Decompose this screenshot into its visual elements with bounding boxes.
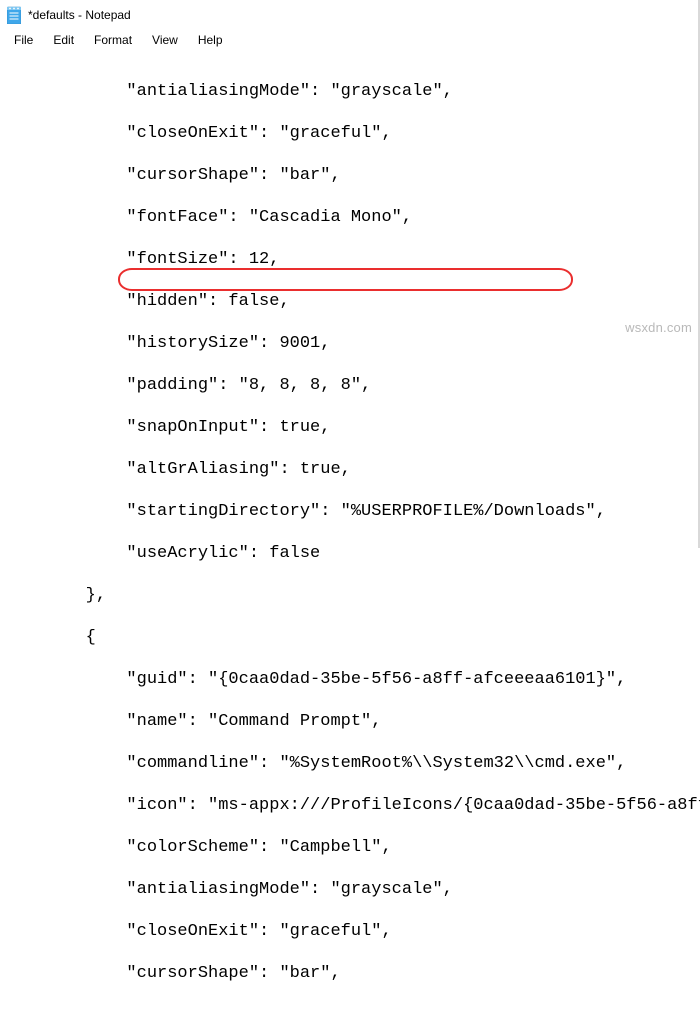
code-line: "antialiasingMode": "grayscale", — [4, 879, 700, 900]
code-line: "historySize": 9001, — [4, 333, 700, 354]
code-line: "colorScheme": "Campbell", — [4, 837, 700, 858]
code-line: }, — [4, 585, 700, 606]
code-line: "guid": "{0caa0dad-35be-5f56-a8ff-afceee… — [4, 669, 700, 690]
menu-format[interactable]: Format — [86, 31, 140, 49]
code-line: "startingDirectory": "%USERPROFILE%/Down… — [4, 501, 700, 522]
watermark-text: wsxdn.com — [625, 320, 692, 335]
text-editor[interactable]: "antialiasingMode": "grayscale", "closeO… — [0, 52, 700, 1026]
menu-edit[interactable]: Edit — [45, 31, 82, 49]
code-line: "padding": "8, 8, 8, 8", — [4, 375, 700, 396]
code-line: "fontSize": 12, — [4, 249, 700, 270]
code-line: "useAcrylic": false — [4, 543, 700, 564]
code-line: "closeOnExit": "graceful", — [4, 921, 700, 942]
code-line: "hidden": false, — [4, 291, 700, 312]
code-line: { — [4, 627, 700, 648]
annotation-circle — [118, 268, 573, 291]
code-line: "closeOnExit": "graceful", — [4, 123, 700, 144]
code-line: "fontFace": "Cascadia Mono", — [4, 207, 700, 228]
code-line: "cursorShape": "bar", — [4, 165, 700, 186]
code-line: "altGrAliasing": true, — [4, 459, 700, 480]
code-line: "commandline": "%SystemRoot%\\System32\\… — [4, 753, 700, 774]
notepad-icon — [6, 5, 22, 25]
menu-help[interactable]: Help — [190, 31, 231, 49]
menubar: File Edit Format View Help — [0, 30, 700, 52]
code-line: "cursorShape": "bar", — [4, 963, 700, 984]
menu-file[interactable]: File — [6, 31, 41, 49]
titlebar: *defaults - Notepad — [0, 0, 700, 30]
code-line: "antialiasingMode": "grayscale", — [4, 81, 700, 102]
code-line: "name": "Command Prompt", — [4, 711, 700, 732]
menu-view[interactable]: View — [144, 31, 186, 49]
window-title: *defaults - Notepad — [28, 8, 131, 22]
code-line: "snapOnInput": true, — [4, 417, 700, 438]
code-line: "icon": "ms-appx:///ProfileIcons/{0caa0d… — [4, 795, 700, 816]
